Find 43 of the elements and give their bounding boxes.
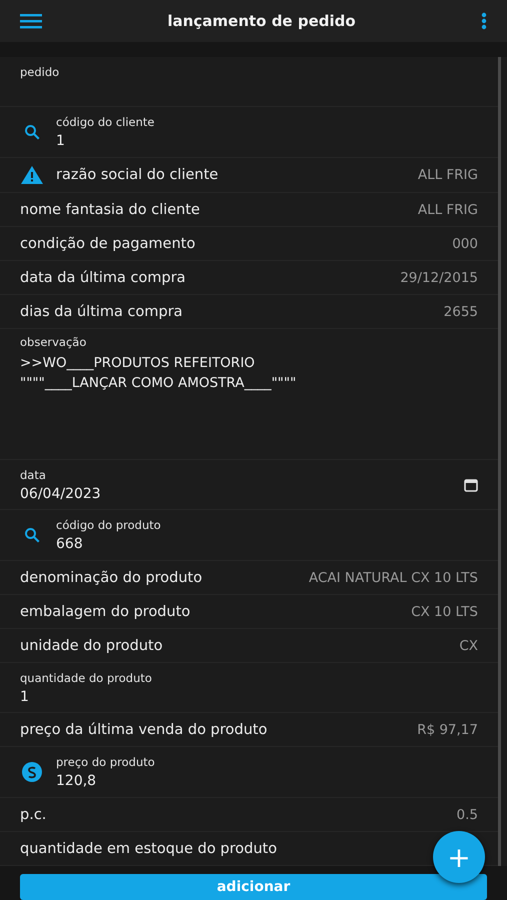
text-area[interactable]: >>WO____PRODUTOS REFEITORIO """"____LANÇAR COMO AMOSTRA____"""" xyxy=(20,353,478,393)
field-label: quantidade em estoque do produto xyxy=(20,840,277,856)
field-label: preço da última venda do produto xyxy=(20,722,268,738)
input-field[interactable]: 120,8 xyxy=(56,773,478,789)
field-label: razão social do cliente xyxy=(56,167,218,183)
search-icon[interactable] xyxy=(23,123,41,141)
field-label: código do produto xyxy=(56,518,162,532)
field-value: CX xyxy=(459,638,478,654)
input-field[interactable]: 1 xyxy=(56,133,478,149)
field-label: quantidade do produto xyxy=(20,670,153,684)
field-label: data da última compra xyxy=(20,270,186,286)
field-value: 29/12/2015 xyxy=(400,270,478,286)
field-value: 000 xyxy=(452,236,478,252)
scrollbar[interactable] xyxy=(498,57,501,866)
field-label: código do cliente xyxy=(56,115,156,129)
date-field[interactable]: 06/04/2023 xyxy=(20,486,452,502)
field-value: 0.5 xyxy=(456,806,478,822)
app-title: lançamento de pedido xyxy=(167,12,356,30)
field-label: p.c. xyxy=(20,806,46,822)
field-value: ALL FRIG xyxy=(418,167,478,183)
field-label: condição de pagamento xyxy=(20,236,196,252)
menu-icon[interactable] xyxy=(20,13,42,29)
field-value: ALL FRIG xyxy=(418,202,478,218)
field-label: observação xyxy=(20,335,88,349)
field-value: ACAI NATURAL CX 10 LTS xyxy=(308,570,478,586)
field-value: CX 10 LTS xyxy=(411,604,478,620)
field-label: denominação do produto xyxy=(20,570,202,586)
field-value: 2655 xyxy=(444,304,478,320)
dollar-icon xyxy=(22,762,42,782)
field-label: dias da última compra xyxy=(20,304,183,320)
input-field[interactable]: 1 xyxy=(20,688,478,704)
field-label: nome fantasia do cliente xyxy=(20,202,200,218)
field-label: preço do produto xyxy=(56,755,156,769)
field-value: R$ 97,17 xyxy=(417,722,478,738)
field-label: unidade do produto xyxy=(20,638,163,654)
warning-icon xyxy=(20,165,44,185)
input-field[interactable]: 668 xyxy=(56,536,478,552)
search-icon[interactable] xyxy=(23,526,41,544)
calendar-icon[interactable] xyxy=(464,478,478,492)
more-icon[interactable] xyxy=(480,12,487,30)
field-label: embalagem do produto xyxy=(20,604,190,620)
field-label: data xyxy=(20,468,47,482)
section-label: pedido xyxy=(20,65,60,79)
